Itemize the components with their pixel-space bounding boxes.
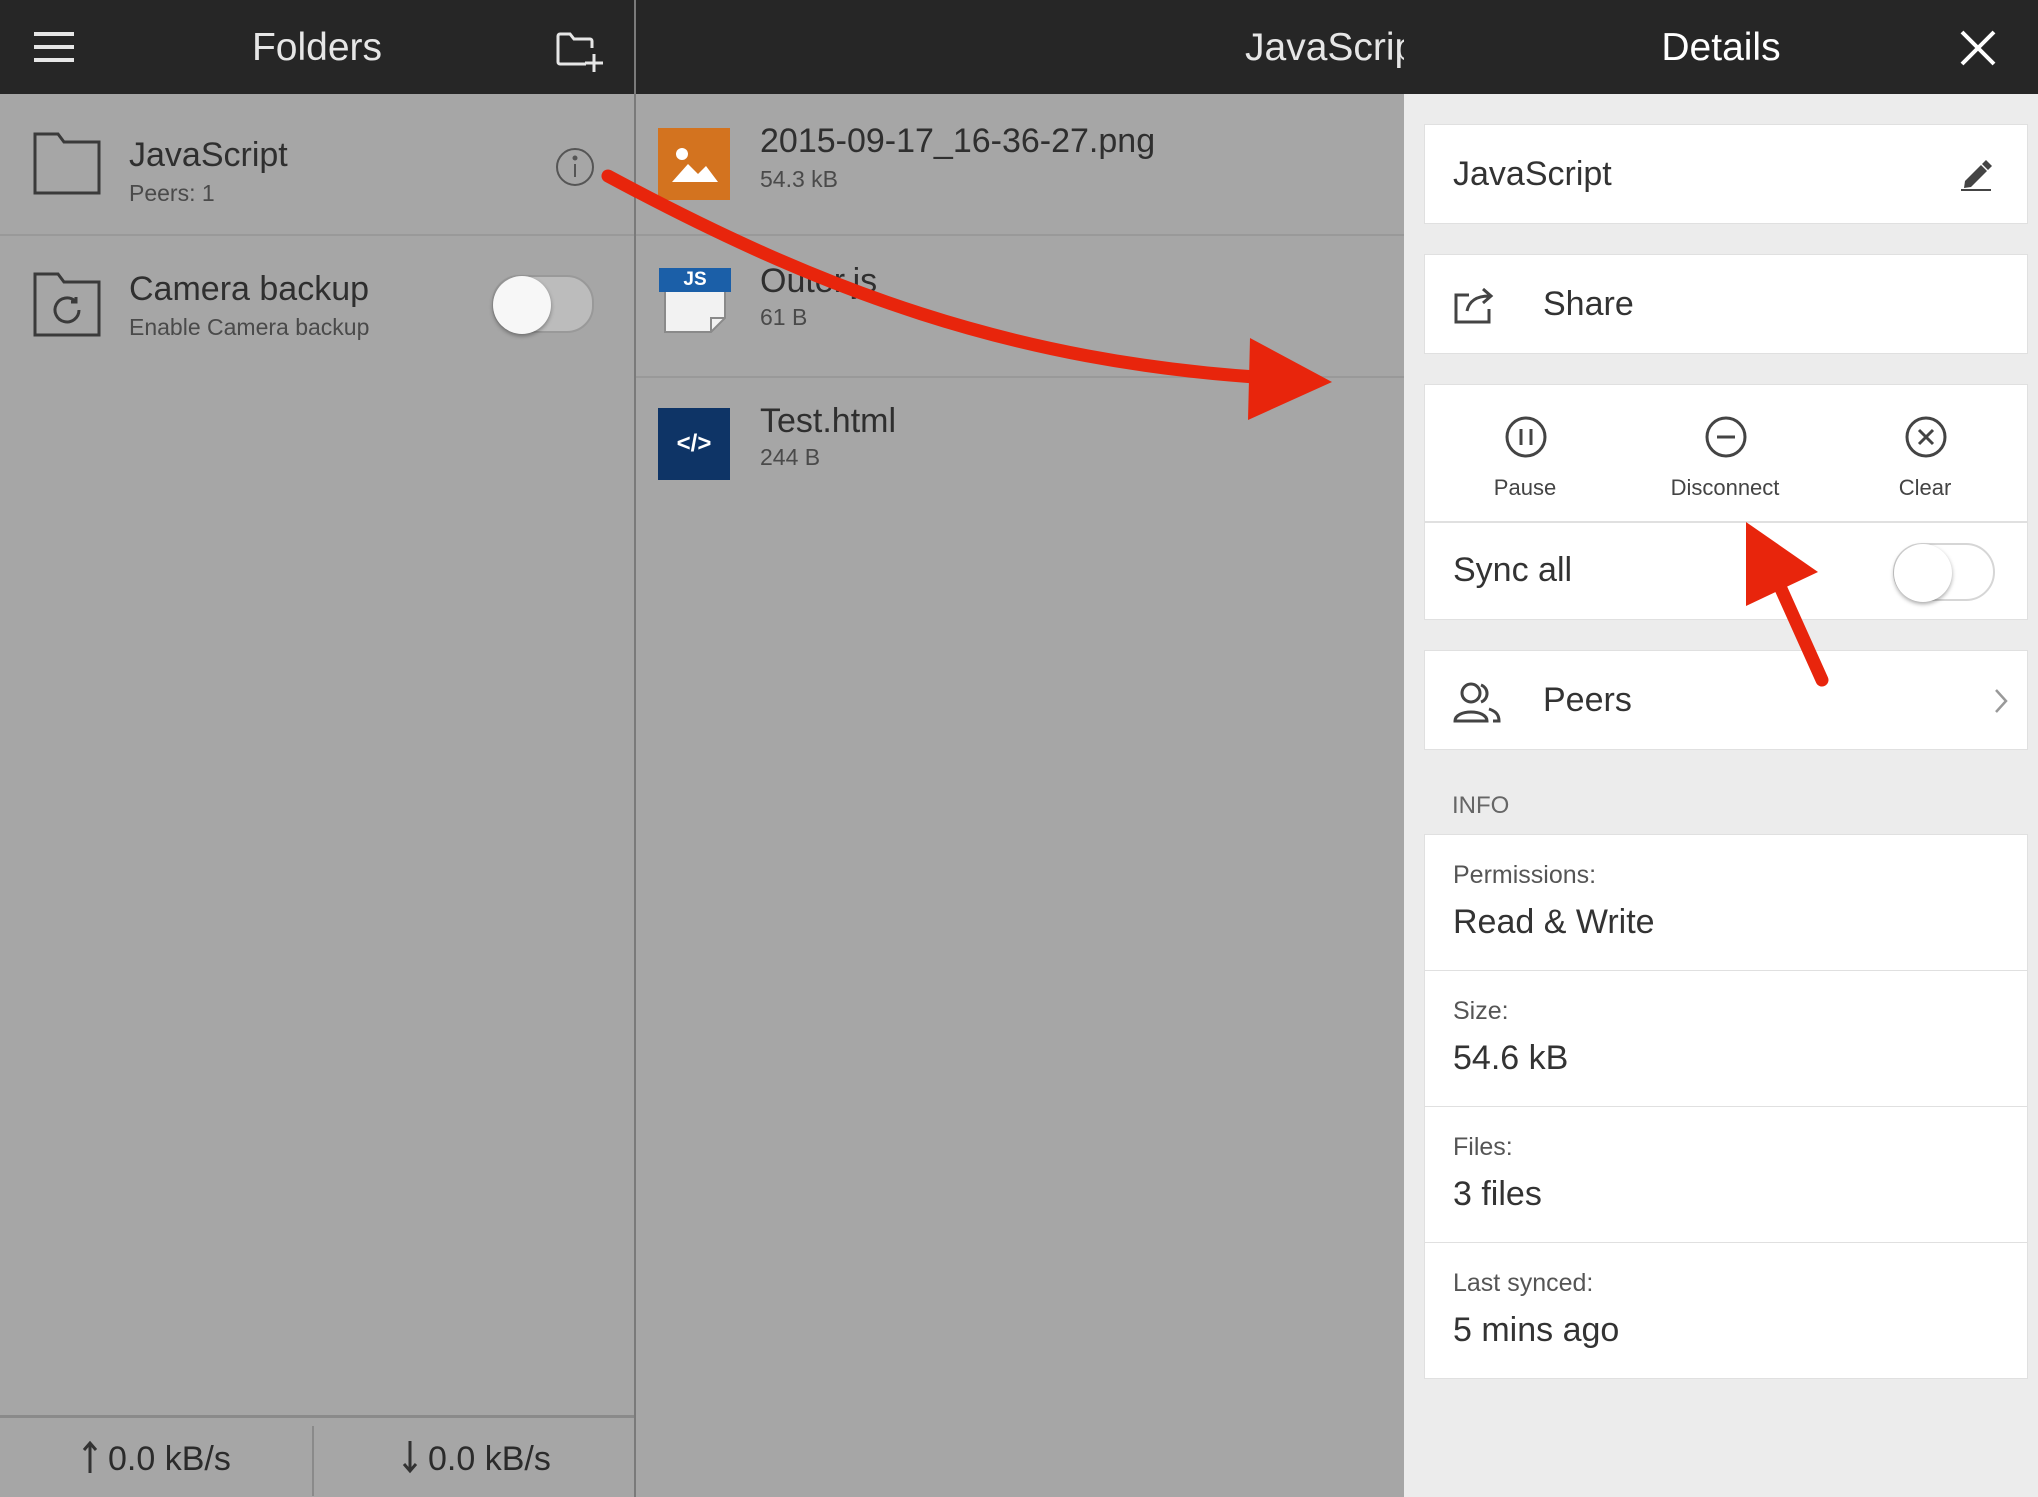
pause-button[interactable]: Pause [1425,385,1625,521]
disconnect-label: Disconnect [1670,475,1780,500]
close-icon[interactable] [1960,30,1996,66]
html-file-icon: </> [658,408,730,480]
info-value: 3 files [1453,1175,1542,1213]
pause-label: Pause [1493,475,1557,500]
info-icon[interactable] [555,147,595,187]
file-row[interactable]: 2015-09-17_16-36-27.png 54.3 kB [636,94,1404,234]
peers-label: Peers [1543,681,1632,719]
camera-backup-toggle[interactable] [492,275,594,334]
disconnect-button[interactable]: Disconnect [1625,385,1825,521]
image-file-icon [658,128,730,200]
file-size: 54.3 kB [760,166,838,192]
pause-icon [1504,415,1548,459]
upload-rate: 0.0 kB/s [108,1440,231,1478]
file-size: 244 B [760,444,821,470]
info-value: Read & Write [1453,903,1655,941]
files-pane: JavaScript 2015-09-17_16-36-27.png 54.3 … [636,0,1427,1497]
toggle-knob [493,276,551,334]
disconnect-icon [1704,415,1748,459]
info-value: 54.6 kB [1453,1039,1569,1077]
sync-all-toggle[interactable] [1893,543,1995,602]
footer-divider [312,1426,314,1496]
share-label: Share [1543,285,1634,323]
file-size: 61 B [760,304,808,330]
folder-row-camera-backup[interactable]: Camera backup Enable Camera backup [0,236,634,370]
info-label: Permissions: [1453,861,1597,889]
folders-pane: Folders JavaScript Peers: 1 Camera backu… [0,0,634,1497]
folder-subtitle: Enable Camera backup [129,314,370,340]
js-file-icon: JS [656,268,734,338]
info-section-header: INFO [1452,792,1510,819]
info-last-synced: Last synced: 5 mins ago [1424,1242,2028,1379]
peers-button[interactable]: Peers [1424,650,2028,750]
details-pane: Details JavaScript Share Pause Disconnec… [1404,0,2038,1497]
info-files: Files: 3 files [1424,1106,2028,1243]
chevron-right-icon [1993,687,2009,715]
info-label: Files: [1453,1133,1513,1161]
toggle-knob [1894,544,1952,602]
info-permissions: Permissions: Read & Write [1424,834,2028,971]
sync-actions-card: Pause Disconnect Clear Sync all [1424,384,2028,620]
clear-label: Clear [1898,475,1952,500]
folder-peers: Peers: 1 [129,180,215,206]
js-badge-text: JS [683,269,707,290]
download-rate: 0.0 kB/s [428,1440,551,1478]
camera-backup-folder-icon [32,270,102,338]
folder-name: Camera backup [129,270,370,308]
share-icon [1453,285,1501,325]
upload-arrow-icon [82,1440,98,1474]
folder-row-javascript[interactable]: JavaScript Peers: 1 [0,94,634,234]
sync-all-label: Sync all [1453,551,1573,589]
info-label: Last synced: [1453,1269,1594,1297]
info-value: 5 mins ago [1453,1311,1620,1349]
details-title: Details [1661,26,1781,69]
file-name: Outer.js [760,262,878,300]
details-folder-name: JavaScript [1453,155,1612,193]
share-button[interactable]: Share [1424,254,2028,354]
add-folder-icon[interactable] [556,30,604,74]
peers-icon [1453,681,1501,723]
file-row[interactable]: </> Test.html 244 B [636,378,1404,518]
folder-name: JavaScript [129,136,288,174]
file-name: 2015-09-17_16-36-27.png [760,122,1156,160]
folder-icon [32,130,102,196]
info-label: Size: [1453,997,1509,1025]
html-badge-text: </> [676,430,712,457]
folders-title: Folders [251,26,383,69]
file-row[interactable]: JS Outer.js 61 B [636,236,1404,376]
clear-button[interactable]: Clear [1825,385,2025,521]
transfer-footer: 0.0 kB/s 0.0 kB/s [0,1415,634,1497]
folder-name-card[interactable]: JavaScript [1424,124,2028,224]
edit-pencil-icon[interactable] [1959,157,1993,191]
download-arrow-icon [402,1440,418,1474]
info-size: Size: 54.6 kB [1424,970,2028,1107]
files-title: JavaScript [1245,26,1428,69]
clear-icon [1904,415,1948,459]
file-name: Test.html [760,402,897,440]
card-divider [1425,521,2027,523]
